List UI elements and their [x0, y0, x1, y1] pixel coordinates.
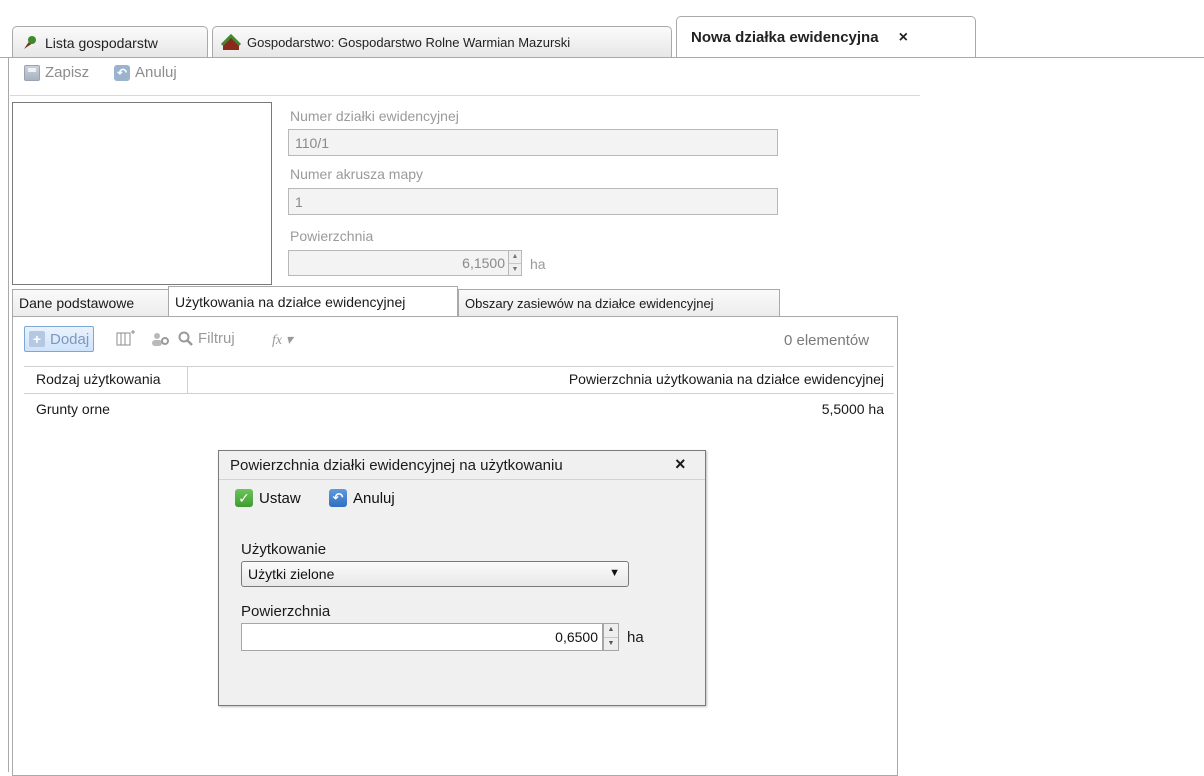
usage-select[interactable]: Użytki zielone ▼	[241, 561, 629, 587]
columns-icon[interactable]	[116, 330, 136, 351]
tab-label: Lista gospodarstw	[45, 34, 158, 51]
dialog-area-label: Powierzchnia	[241, 603, 331, 620]
usage-label: Użytkowanie	[241, 541, 327, 558]
add-button[interactable]: + Dodaj	[24, 326, 95, 352]
usage-area-dialog: Powierzchnia działki ewidencyjnej na uży…	[218, 450, 706, 706]
save-disk-icon	[24, 64, 40, 81]
tab-lista-gospodarstw[interactable]: Lista gospodarstw	[12, 26, 208, 58]
add-label: Dodaj	[50, 330, 90, 348]
undo-icon: ↶	[114, 64, 130, 81]
farm-tree-icon	[21, 34, 39, 52]
save-label: Zapisz	[45, 64, 90, 81]
cancel-button[interactable]: ↶ Anuluj	[329, 489, 395, 507]
tab-strip-border	[0, 57, 1204, 58]
plot-number-field[interactable]: 110/1	[288, 129, 778, 156]
element-count: 0 elementów	[784, 332, 870, 349]
close-icon[interactable]: ×	[675, 454, 686, 475]
farm-house-icon	[220, 33, 242, 52]
plot-number-value: 110/1	[295, 134, 329, 151]
tab-label: Obszary zasiewów na działce ewidencyjnej	[465, 295, 714, 311]
cancel-button[interactable]: ↶ Anuluj	[114, 64, 177, 81]
cancel-label: Anuluj	[353, 489, 395, 507]
function-icon[interactable]: fx ▾	[272, 332, 293, 349]
spin-up-icon[interactable]: ▲	[509, 251, 521, 263]
save-button[interactable]: Zapisz	[24, 64, 89, 81]
dialog-area-input[interactable]: 0,6500	[241, 623, 603, 651]
dropdown-arrow-icon[interactable]: ▼	[609, 567, 620, 579]
spin-down-icon[interactable]: ▼	[509, 262, 521, 276]
map-sheet-field[interactable]: 1	[288, 188, 778, 215]
row-type-cell[interactable]: Grunty orne	[36, 401, 110, 417]
area-value: 6,1500	[462, 255, 505, 271]
area-label: Powierzchnia	[290, 228, 374, 244]
plot-image-placeholder	[12, 102, 272, 285]
content-left-border	[8, 58, 9, 772]
row-area-cell[interactable]: 5,5000 ha	[822, 401, 884, 417]
filter-label: Filtruj	[198, 330, 235, 347]
area-field[interactable]: 6,1500	[288, 250, 510, 276]
map-sheet-label: Numer akrusza mapy	[290, 166, 424, 182]
plus-icon: +	[29, 331, 45, 347]
tab-nowa-dzialka[interactable]: Nowa działka ewidencyjna ×	[676, 16, 976, 58]
set-button[interactable]: ✓ Ustaw	[235, 489, 301, 507]
cancel-label: Anuluj	[135, 64, 177, 81]
column-divider	[187, 367, 188, 393]
area-spinner[interactable]: ▲ ▼	[508, 250, 522, 276]
tab-uzytkowania[interactable]: Użytkowania na działce ewidencyjnej	[168, 286, 458, 316]
tab-label: Nowa działka ewidencyjna	[691, 29, 879, 46]
spin-down-icon[interactable]: ▼	[604, 636, 618, 651]
tab-label: Użytkowania na działce ewidencyjnej	[175, 293, 406, 310]
users-search-icon[interactable]	[150, 330, 172, 351]
plot-number-label: Numer działki ewidencyjnej	[290, 108, 459, 124]
column-header-area[interactable]: Powierzchnia użytkowania na działce ewid…	[569, 371, 884, 387]
undo-icon: ↶	[329, 489, 347, 507]
checkmark-icon: ✓	[235, 489, 253, 507]
dialog-area-value: 0,6500	[555, 629, 598, 645]
dialog-title: Powierzchnia działki ewidencyjnej na uży…	[230, 457, 563, 474]
toolbar-divider	[10, 95, 920, 96]
magnifier-icon	[178, 331, 193, 346]
dialog-area-spinner[interactable]: ▲ ▼	[603, 623, 619, 651]
tab-obszary-zasiewow[interactable]: Obszary zasiewów na działce ewidencyjnej	[458, 289, 780, 316]
usage-selected-value: Użytki zielone	[248, 566, 335, 582]
map-sheet-value: 1	[295, 193, 303, 210]
tab-dane-podstawowe[interactable]: Dane podstawowe	[12, 289, 170, 316]
tab-label: Gospodarstwo: Gospodarstwo Rolne Warmian…	[247, 35, 571, 50]
set-label: Ustaw	[259, 489, 301, 507]
close-icon[interactable]: ×	[899, 29, 908, 47]
dialog-area-unit: ha	[627, 629, 644, 646]
area-unit: ha	[530, 256, 546, 272]
tab-label: Dane podstawowe	[19, 295, 135, 311]
tab-gospodarstwo[interactable]: Gospodarstwo: Gospodarstwo Rolne Warmian…	[212, 26, 672, 58]
spin-up-icon[interactable]: ▲	[604, 624, 618, 637]
filter-button[interactable]: Filtruj	[178, 330, 235, 347]
dialog-title-bar: Powierzchnia działki ewidencyjnej na uży…	[219, 451, 705, 480]
column-header-type[interactable]: Rodzaj użytkowania	[36, 371, 161, 387]
